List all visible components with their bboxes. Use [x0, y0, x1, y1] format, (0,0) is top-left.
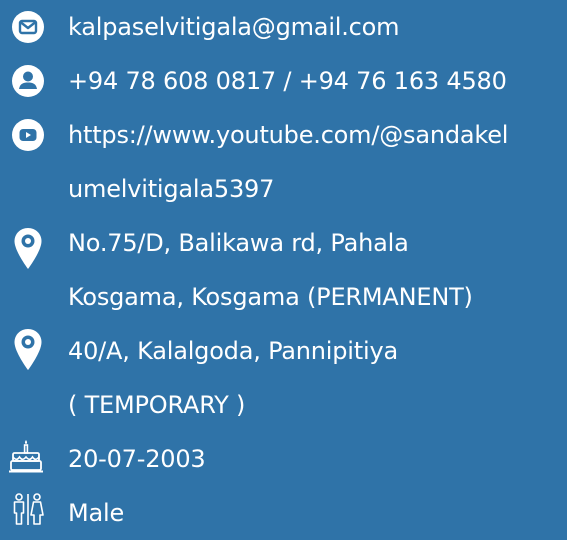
- temporary-address-line-2: ( TEMPORARY ): [68, 391, 246, 419]
- youtube-link-line-1: https://www.youtube.com/@sandakel: [68, 121, 509, 149]
- envelope-icon: [4, 0, 52, 54]
- location-pin-icon: [4, 216, 52, 270]
- youtube-icon: [4, 108, 52, 162]
- contact-row-temporary-address: 40/A, Kalalgoda, Pannipitiya ( TEMPORARY…: [0, 324, 567, 432]
- permanent-address-line-2: Kosgama, Kosgama (PERMANENT): [68, 283, 473, 311]
- email-link[interactable]: kalpaselvitigala@gmail.com: [68, 0, 567, 54]
- user-icon: [4, 54, 52, 108]
- location-pin-icon: [4, 324, 52, 378]
- temporary-address: 40/A, Kalalgoda, Pannipitiya ( TEMPORARY…: [68, 324, 567, 432]
- permanent-address: No.75/D, Balikawa rd, Pahala Kosgama, Ko…: [68, 216, 567, 324]
- phone-numbers: +94 78 608 0817 / +94 76 163 4580: [68, 67, 507, 95]
- contact-row-phone: +94 78 608 0817 / +94 76 163 4580: [0, 54, 567, 108]
- contact-row-email: kalpaselvitigala@gmail.com: [0, 0, 567, 54]
- youtube-link-line-2: umelvitigala5397: [68, 175, 275, 203]
- contact-row-permanent-address: No.75/D, Balikawa rd, Pahala Kosgama, Ko…: [0, 216, 567, 324]
- birth-date: 20-07-2003: [68, 445, 206, 473]
- temporary-address-line-1: 40/A, Kalalgoda, Pannipitiya: [68, 337, 398, 365]
- birthday-cake-icon: [2, 432, 50, 486]
- contact-row-youtube: https://www.youtube.com/@sandakel umelvi…: [0, 108, 567, 216]
- youtube-link[interactable]: https://www.youtube.com/@sandakel umelvi…: [68, 108, 567, 216]
- contact-info-list: kalpaselvitigala@gmail.com +94 78 608 08…: [0, 0, 567, 527]
- contact-row-gender: Male: [0, 486, 567, 540]
- permanent-address-line-1: No.75/D, Balikawa rd, Pahala: [68, 229, 409, 257]
- restroom-icon: [4, 486, 52, 540]
- gender: Male: [68, 499, 125, 527]
- contact-row-birthday: 20-07-2003: [0, 432, 567, 486]
